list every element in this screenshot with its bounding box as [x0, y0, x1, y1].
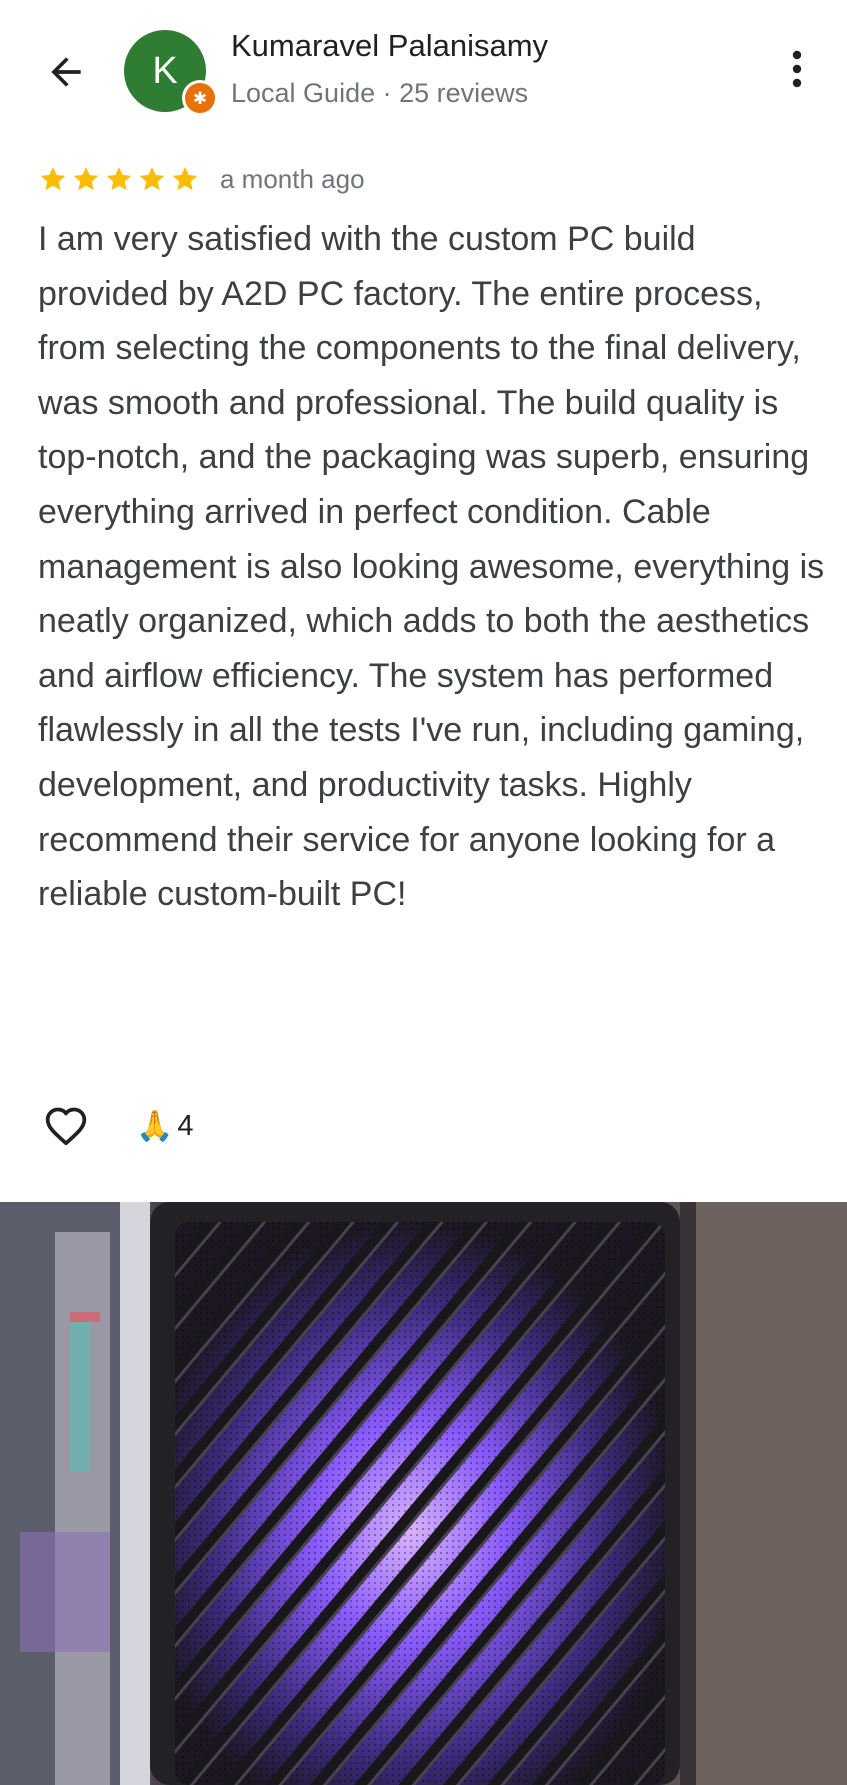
review-time: a month ago	[220, 163, 365, 194]
reaction-count-button[interactable]: 🙏 4	[136, 1109, 194, 1144]
review-photo[interactable]	[0, 1202, 847, 1785]
pc-case-photo-illustration	[0, 1202, 847, 1785]
review-text: I am very satisfied with the custom PC b…	[38, 220, 825, 914]
star-icon	[106, 167, 132, 191]
star-icon	[73, 167, 99, 191]
back-button[interactable]	[36, 42, 96, 102]
praying-hands-emoji: 🙏	[136, 1109, 174, 1143]
arrow-back-icon	[51, 57, 81, 87]
star-icon	[172, 167, 198, 191]
local-guide-badge-icon: ✱	[182, 80, 218, 116]
more-vert-icon	[792, 50, 802, 88]
rating-row: a month ago	[38, 161, 365, 197]
more-options-button[interactable]	[772, 44, 822, 94]
reviewer-name[interactable]: Kumaravel Palanisamy	[231, 28, 548, 64]
reaction-count: 4	[177, 1109, 194, 1142]
review-actions: 🙏 4	[38, 1098, 194, 1154]
review-header: K ✱ Kumaravel Palanisamy Local Guide · 2…	[0, 0, 847, 150]
avatar-letter: K	[152, 49, 178, 92]
star-rating	[38, 164, 200, 194]
reviewer-meta: Local Guide · 25 reviews	[231, 78, 529, 108]
star-icon	[40, 167, 66, 191]
heart-outline-icon	[45, 1107, 87, 1146]
like-button[interactable]	[38, 1098, 94, 1154]
star-icon	[139, 167, 165, 191]
